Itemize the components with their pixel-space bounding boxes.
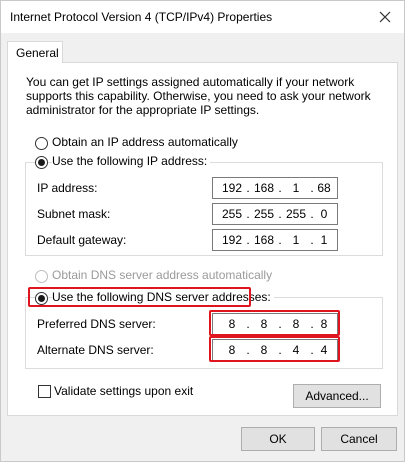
ip-octet: 1 [292, 181, 300, 195]
default-gateway-input[interactable]: 192 . 168 . 1 . 1 [212, 229, 338, 251]
ip-octet: 192 [221, 233, 243, 247]
ip-address-label: IP address: [37, 181, 98, 195]
window-title: Internet Protocol Version 4 (TCP/IPv4) P… [10, 10, 273, 24]
ok-button[interactable]: OK [241, 427, 315, 451]
intro-text: You can get IP settings assigned automat… [26, 75, 371, 117]
ip-octet: 1 [292, 233, 300, 247]
cancel-button[interactable]: Cancel [321, 427, 397, 451]
properties-dialog: Internet Protocol Version 4 (TCP/IPv4) P… [0, 0, 405, 462]
subnet-mask-input[interactable]: 255 . 255 . 255 . 0 [212, 203, 338, 225]
alternate-dns-label: Alternate DNS server: [37, 343, 154, 357]
validate-checkbox[interactable] [38, 385, 51, 398]
advanced-button[interactable]: Advanced... [293, 384, 381, 408]
ip-octet: 255 [285, 207, 307, 221]
subnet-mask-label: Subnet mask: [37, 207, 111, 221]
ip-octet: 168 [253, 181, 275, 195]
tab-general-label: General [16, 46, 59, 60]
ip-octet: 168 [253, 233, 275, 247]
preferred-dns-label: Preferred DNS server: [37, 317, 156, 331]
use-following-ip-radio[interactable] [35, 156, 48, 169]
ip-octet: 255 [253, 207, 275, 221]
obtain-ip-auto-radio[interactable] [35, 137, 48, 150]
ip-octet: 192 [221, 181, 243, 195]
title-bar: Internet Protocol Version 4 (TCP/IPv4) P… [1, 1, 404, 33]
ip-octet: 1 [320, 233, 328, 247]
ip-octet: 68 [317, 181, 331, 195]
obtain-ip-auto-label[interactable]: Obtain an IP address automatically [52, 135, 238, 149]
ip-address-input[interactable]: 192 . 168 . 1 . 68 [212, 177, 338, 199]
preferred-dns-highlight [209, 310, 340, 336]
dns-option-highlight [28, 287, 251, 307]
tab-general[interactable]: General [7, 41, 63, 63]
use-following-ip-label[interactable]: Use the following IP address: [52, 154, 211, 168]
ip-octet: 0 [320, 207, 328, 221]
default-gateway-label: Default gateway: [37, 233, 127, 247]
obtain-dns-auto-label[interactable]: Obtain DNS server address automatically [52, 268, 272, 282]
ip-octet: 255 [221, 207, 243, 221]
obtain-dns-auto-radio[interactable] [35, 270, 48, 283]
alternate-dns-highlight [209, 336, 340, 362]
validate-label[interactable]: Validate settings upon exit [54, 384, 193, 398]
close-icon[interactable] [376, 8, 394, 26]
